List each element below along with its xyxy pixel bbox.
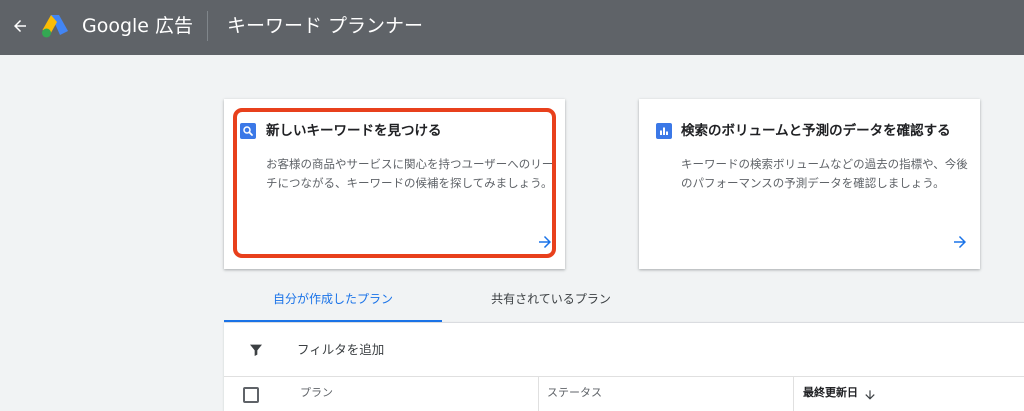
plan-tabs: 自分が作成したプラン 共有されているプラン (224, 280, 1024, 322)
search-icon (240, 123, 256, 139)
arrow-forward-icon[interactable] (536, 233, 554, 251)
back-arrow-icon[interactable] (6, 12, 34, 40)
column-header-plan[interactable]: プラン (300, 385, 333, 401)
select-all-checkbox[interactable] (243, 387, 259, 403)
bar-chart-icon (656, 123, 672, 139)
header-divider (207, 11, 208, 41)
arrow-down-icon[interactable] (863, 387, 877, 401)
plans-table-panel: フィルタを追加 プラン ステータス 最終更新日 (224, 322, 1024, 411)
tab-my-plans[interactable]: 自分が作成したプラン (224, 280, 442, 322)
top-app-bar: Google 広告 キーワード プランナー (0, 0, 1024, 55)
filter-icon[interactable] (248, 342, 264, 358)
column-header-status[interactable]: ステータス (547, 385, 602, 401)
google-ads-logo[interactable] (40, 13, 70, 39)
table-header: プラン ステータス 最終更新日 (224, 377, 1024, 411)
page-title: キーワード プランナー (227, 15, 424, 37)
filter-bar: フィルタを追加 (224, 323, 1024, 377)
column-divider (538, 377, 539, 411)
card-title: 検索のボリュームと予測のデータを確認する (681, 123, 951, 139)
discover-keywords-card[interactable]: 新しいキーワードを見つける お客様の商品やサービスに関心を持つユーザーへのリーチ… (224, 99, 565, 269)
column-header-last-updated[interactable]: 最終更新日 (803, 385, 858, 401)
card-description: キーワードの検索ボリュームなどの過去の指標や、今後のパフォーマンスの予測データを… (681, 157, 968, 190)
arrow-forward-icon[interactable] (951, 233, 969, 251)
column-divider (793, 377, 794, 411)
brand-name: Google 広告 (82, 15, 194, 37)
forecast-card[interactable]: 検索のボリュームと予測のデータを確認する キーワードの検索ボリュームなどの過去の… (639, 99, 980, 269)
add-filter-button[interactable]: フィルタを追加 (297, 340, 384, 360)
card-description: お客様の商品やサービスに関心を持つユーザーへのリーチにつながる、キーワードの候補… (266, 157, 554, 190)
card-title: 新しいキーワードを見つける (266, 123, 442, 139)
tab-shared-plans[interactable]: 共有されているプラン (442, 280, 660, 320)
